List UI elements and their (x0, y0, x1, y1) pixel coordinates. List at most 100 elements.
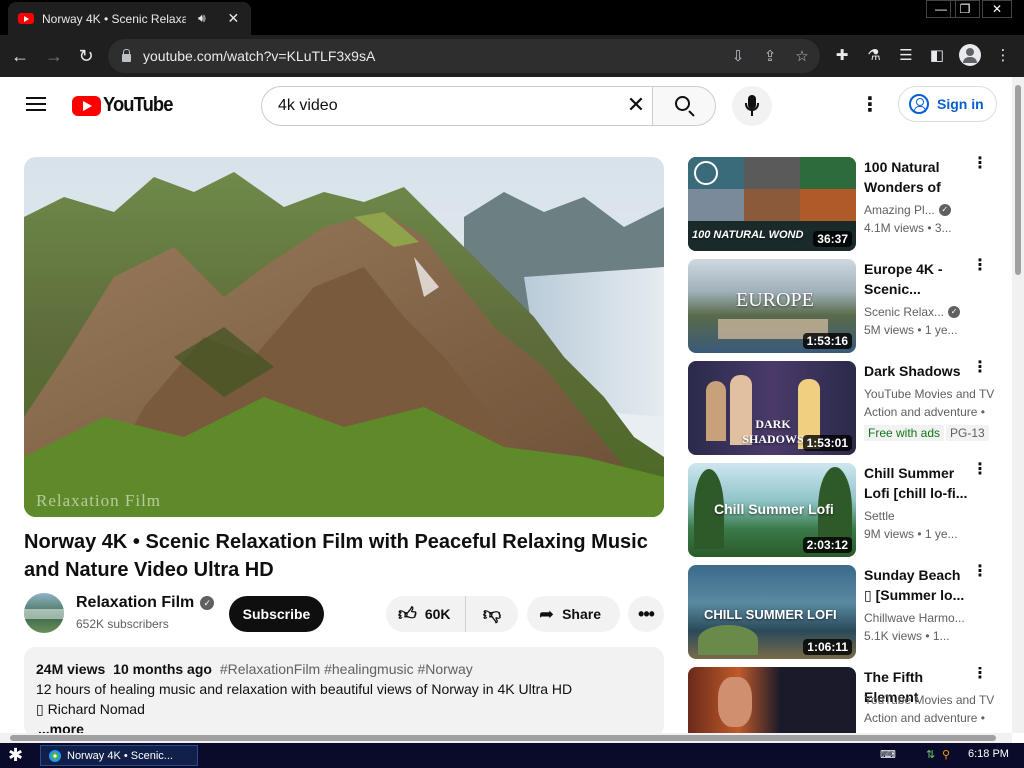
recommendation-item[interactable]: EUROPE 1:53:16 Europe 4K - Scenic... ⋮ S… (688, 258, 1008, 353)
subscribe-button[interactable]: Subscribe (229, 596, 324, 632)
lock-icon (122, 48, 131, 62)
window-close-icon[interactable]: ✕ (982, 0, 1012, 18)
labs-flask-icon[interactable]: ⚗︎ (863, 46, 885, 64)
taskbar-browser-item[interactable]: Norway 4K • Scenic... (40, 745, 198, 766)
search-tray-icon[interactable]: ⚲ (942, 748, 950, 761)
upload-age: 10 months ago (113, 661, 212, 677)
browser-tab[interactable]: Norway 4K • Scenic Relaxation 🔊︎ ✕ (8, 2, 251, 35)
channel-text: Chillwave Harmo... (864, 611, 965, 625)
address-bar[interactable]: youtube.com/watch?v=KLuTLF3x9sA ⇩ ⇪ ☆ (108, 39, 820, 73)
search-icon (675, 96, 690, 111)
microphone-base (745, 103, 759, 111)
vertical-scrollbar[interactable] (1012, 77, 1024, 733)
voice-search-button[interactable] (732, 86, 772, 126)
horizontal-scroll-thumb[interactable] (10, 735, 996, 741)
dislike-button[interactable]: 👎︎ (466, 603, 518, 625)
speaker-icon[interactable]: 🔊︎ (194, 11, 209, 26)
more-options-icon[interactable]: ⋮ (972, 564, 988, 580)
back-arrow-icon[interactable]: ← (6, 42, 34, 70)
hashtags[interactable]: #RelaxationFilm #healingmusic #Norway (220, 661, 473, 677)
youtube-logo[interactable]: YouTube (72, 94, 179, 117)
more-options-icon[interactable]: ⋮ (972, 360, 988, 376)
recommendation-thumbnail[interactable]: DARK SHADOWS 1:53:01 (688, 361, 856, 455)
forward-arrow-icon[interactable]: → (40, 42, 68, 70)
more-actions-button[interactable]: ••• (628, 596, 664, 632)
thumbnail-caption: CHILL SUMMER LOFI (704, 607, 837, 622)
bookmark-star-icon[interactable]: ☆ (792, 47, 812, 65)
channel-avatar[interactable] (24, 593, 64, 633)
more-options-icon[interactable]: ⋮ (972, 462, 988, 478)
recommendation-channel: Chillwave Harmo... (864, 611, 1004, 625)
youtube-play-icon (72, 95, 101, 116)
more-options-icon[interactable]: ⋮ (972, 667, 988, 682)
recommendation-item[interactable]: CHILL SUMMER LOFI 1:06:11 Sunday Beach ▯… (688, 564, 1008, 659)
rating-badge: PG-13 (946, 425, 989, 441)
share-page-icon[interactable]: ⇪ (760, 47, 780, 65)
share-label: Share (562, 606, 602, 622)
recommendation-thumbnail[interactable]: 100 NATURAL WOND 36:37 (688, 157, 856, 251)
microphone-stem (751, 111, 753, 116)
share-button[interactable]: ➦ Share (527, 596, 620, 632)
tab-close-icon[interactable]: ✕ (226, 10, 241, 27)
like-dislike-group: 👍︎ 60K 👎︎ (386, 596, 518, 632)
video-duration: 1:53:01 (802, 435, 852, 451)
channel-text: YouTube Movies and TV (864, 387, 995, 401)
clock[interactable]: 6:18 PM (968, 748, 1009, 760)
youtube-header: YouTube 4k video ✕ ⋮ Sign in (0, 77, 1024, 133)
hamburger-menu-icon[interactable] (26, 97, 46, 111)
thumbnail-caption: EUROPE (736, 289, 814, 311)
browser-tab-bar: Norway 4K • Scenic Relaxation 🔊︎ ✕ — ❐ ✕ (0, 0, 1024, 35)
keyboard-icon[interactable]: ⌨ (880, 748, 896, 761)
restore-icon[interactable]: ❐ (950, 0, 980, 18)
youtube-favicon-icon (18, 13, 34, 24)
recommendation-item[interactable]: DARK SHADOWS 1:53:01 Dark Shadows ⋮ YouT… (688, 360, 1008, 455)
recommendation-channel: Scenic Relax... ✓ (864, 305, 1004, 319)
thumbnail-caption: 100 NATURAL WOND (692, 229, 804, 241)
channel-name[interactable]: Relaxation Film ✓ (76, 594, 215, 612)
search-input[interactable]: 4k video (261, 86, 652, 126)
horizontal-scrollbar[interactable] (0, 733, 1012, 743)
recommendation-item[interactable]: The Fifth Element ⋮ YouTube Movies and T… (688, 667, 1008, 733)
recommendation-thumbnail[interactable]: Chill Summer Lofi 2:03:12 (688, 463, 856, 557)
recommendation-channel: YouTube Movies and TV (864, 387, 1004, 401)
thumbnail-caption: DARK SHADOWS (742, 417, 804, 446)
clear-search-icon[interactable]: ✕ (622, 91, 650, 119)
reload-icon[interactable]: ↻ (72, 42, 100, 70)
description-box[interactable]: 24M views 10 months ago #RelaxationFilm … (24, 647, 664, 737)
thumbs-down-icon: 👎︎ (482, 604, 502, 624)
recommendation-item[interactable]: Chill Summer Lofi 2:03:12 Chill Summer L… (688, 462, 1008, 557)
more-options-icon[interactable]: ⋮ (972, 156, 988, 172)
channel-name-text: Relaxation Film (76, 594, 195, 611)
more-options-icon[interactable]: ⋮ (972, 258, 988, 274)
like-button[interactable]: 👍︎ 60K (386, 596, 466, 632)
recommendation-thumbnail[interactable]: EUROPE 1:53:16 (688, 259, 856, 353)
recommendation-thumbnail[interactable] (688, 667, 856, 733)
recommendation-channel: Settle (864, 509, 1004, 523)
description-line-1: 12 hours of healing music and relaxation… (36, 681, 573, 697)
video-player[interactable]: Relaxation Film (24, 157, 664, 517)
sign-in-button[interactable]: Sign in (898, 86, 997, 122)
network-icon[interactable]: ⇅ (926, 748, 935, 761)
profile-avatar-icon[interactable] (959, 44, 981, 66)
recommendation-title: Europe 4K - Scenic... (864, 261, 943, 297)
extensions-puzzle-icon[interactable]: ✚ (831, 46, 853, 64)
recommendation-item[interactable]: 100 NATURAL WOND 36:37 100 Natural Wonde… (688, 156, 1008, 251)
search-button[interactable] (652, 86, 716, 126)
browser-menu-icon[interactable]: ⋮ (992, 46, 1014, 64)
recommendation-meta: 5M views • 1 ye... (864, 323, 958, 337)
start-menu-icon[interactable]: ✱ (8, 745, 23, 766)
account-icon (909, 94, 929, 114)
recommendation-title: Chill Summer Lofi [chill lo-fi... (864, 465, 968, 501)
video-duration: 1:53:16 (802, 333, 852, 349)
more-horizontal-icon: ••• (638, 603, 655, 624)
recommendation-title: Sunday Beach ▯ [Summer lo... (864, 567, 965, 603)
install-app-icon[interactable]: ⇩ (728, 47, 748, 65)
recommendation-thumbnail[interactable]: CHILL SUMMER LOFI 1:06:11 (688, 565, 856, 659)
media-queue-icon[interactable]: ☰ (895, 46, 917, 64)
recommendation-meta: 5.1K views • 1... (864, 629, 950, 643)
vertical-scroll-thumb[interactable] (1015, 85, 1021, 275)
side-panel-icon[interactable]: ◧ (926, 46, 948, 64)
verified-check-icon: ✓ (938, 204, 951, 216)
recommendation-meta: Action and adventure • (864, 405, 985, 419)
settings-more-icon[interactable]: ⋮ (860, 95, 880, 115)
